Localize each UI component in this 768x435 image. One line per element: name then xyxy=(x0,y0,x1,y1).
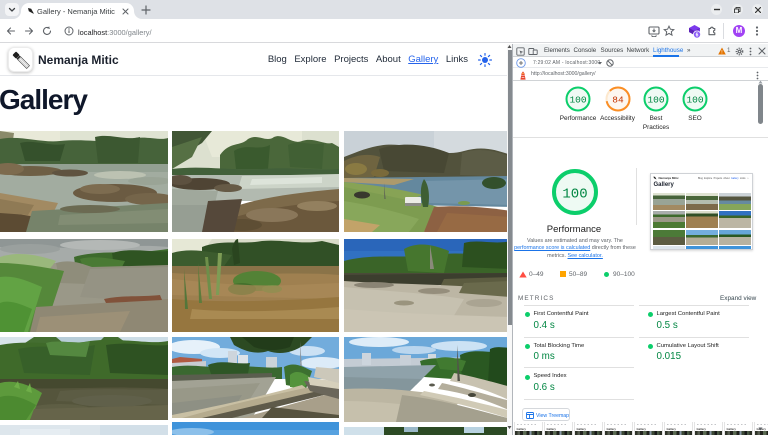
svg-text:100: 100 xyxy=(562,187,587,203)
svg-text:100: 100 xyxy=(569,95,586,106)
svg-text:6: 6 xyxy=(696,33,699,39)
svg-text:100: 100 xyxy=(686,95,703,106)
svg-text:100: 100 xyxy=(647,95,664,106)
svg-text:84: 84 xyxy=(612,95,624,106)
svg-text:!: ! xyxy=(721,50,722,55)
